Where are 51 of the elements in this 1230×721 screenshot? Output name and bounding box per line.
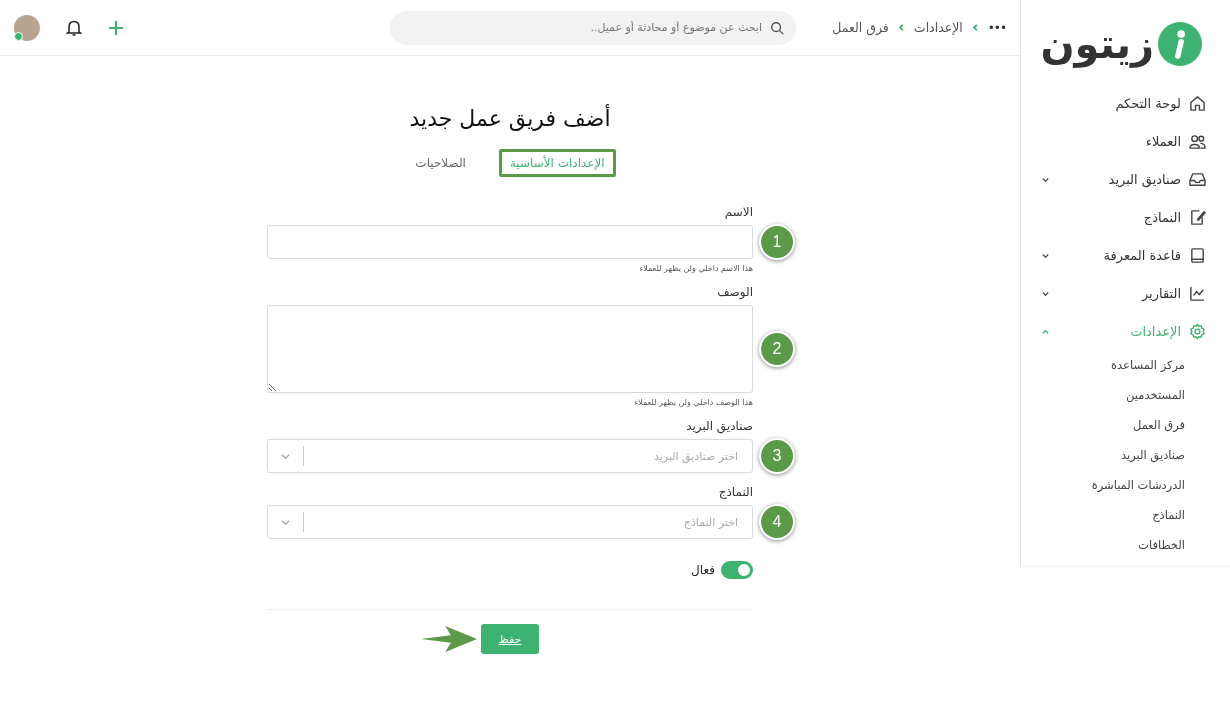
step-badge: 2	[759, 331, 795, 367]
breadcrumb-link[interactable]: فرق العمل	[832, 20, 889, 35]
toggle-label: فعال	[691, 563, 715, 577]
page-title: أضف فريق عمل جديد	[408, 106, 612, 131]
field-label: النماذج	[717, 485, 753, 499]
sidebar-subitem[interactable]: فرق العمل	[1021, 410, 1230, 440]
field-label: صناديق البريد	[685, 419, 753, 433]
chart-icon	[1189, 284, 1206, 302]
step-badge: 1	[759, 224, 795, 260]
online-status-dot	[14, 31, 23, 41]
sidebar-item[interactable]: صناديق البريد	[1021, 160, 1230, 198]
sidebar-item[interactable]: لوحة التحكم	[1021, 84, 1230, 122]
edit-icon	[1189, 208, 1206, 226]
sidebar-subitem[interactable]: مركز المساعدة	[1021, 350, 1230, 380]
more-menu[interactable]: •••	[987, 20, 1006, 35]
sidebar-subitem[interactable]: صناديق البريد	[1021, 440, 1230, 470]
chevron-icon	[896, 23, 906, 32]
bell-icon[interactable]	[66, 18, 82, 37]
chevron-icon	[280, 517, 291, 528]
book-icon	[1189, 246, 1206, 264]
sidebar-subitem[interactable]: النماذج	[1021, 500, 1230, 530]
description-textarea[interactable]	[267, 305, 753, 393]
toggle-switch[interactable]	[721, 561, 753, 579]
field-label: الوصف	[716, 285, 753, 299]
sidebar-subitem[interactable]: المستخدمين	[1021, 380, 1230, 410]
sidebar-item[interactable]: العملاء	[1021, 122, 1230, 160]
sidebar-subitem[interactable]: الدردشات المباشرة	[1021, 470, 1230, 500]
step-badge: 4	[759, 504, 795, 540]
inbox-icon	[1189, 170, 1206, 188]
breadcrumb-link[interactable]: الإعدادات	[913, 20, 963, 35]
sidebar-item[interactable]: قاعدة المعرفة	[1021, 236, 1230, 274]
gear-icon	[1189, 322, 1206, 340]
chevron-icon	[970, 23, 980, 32]
field-hint: هذا الوصف داخلي ولن يظهر للعملاء	[633, 398, 753, 407]
field-label: الاسم	[723, 205, 753, 219]
step-badge: 3	[759, 438, 795, 474]
avatar[interactable]	[14, 14, 40, 41]
name-input[interactable]	[267, 225, 753, 259]
logo-icon	[1158, 22, 1202, 66]
tab[interactable]: الصلاحيات	[404, 149, 477, 177]
chevron-icon	[280, 451, 291, 462]
field-hint: هذا الاسم داخلي ولن يظهر للعملاء	[638, 264, 753, 273]
sidebar-item[interactable]: التقارير	[1021, 274, 1230, 312]
sidebar-item[interactable]: النماذج	[1021, 198, 1230, 236]
select-field[interactable]: اختر النماذج	[267, 505, 753, 539]
users-icon	[1189, 132, 1206, 150]
plus-icon[interactable]	[108, 19, 124, 36]
home-icon	[1189, 94, 1206, 112]
select-field[interactable]: اختر صناديق البريد	[267, 439, 753, 473]
search-icon	[770, 20, 784, 35]
sidebar-subitem[interactable]: الخطافات	[1021, 530, 1230, 560]
